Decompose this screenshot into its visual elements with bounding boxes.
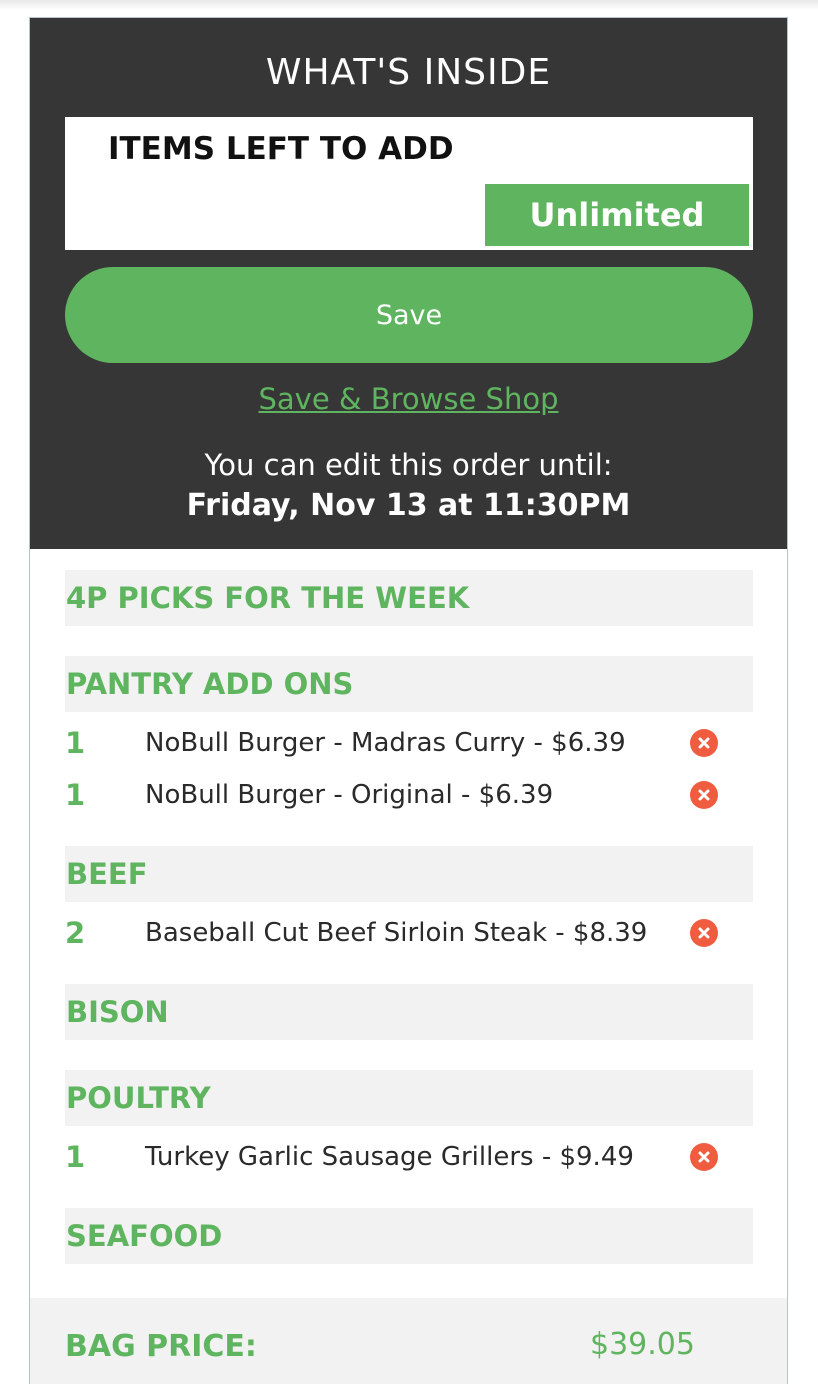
bag-price-bar: BAG PRICE: $39.05 xyxy=(30,1298,787,1384)
bag-price-label: BAG PRICE: xyxy=(65,1329,257,1364)
category-bison: BISON xyxy=(65,984,753,1040)
save-button[interactable]: Save xyxy=(65,267,753,363)
items-left-label: ITEMS LEFT TO ADD xyxy=(108,131,454,167)
edit-deadline-date: Friday, Nov 13 at 11:30PM xyxy=(186,488,631,523)
bag-price-value: $39.05 xyxy=(590,1327,695,1362)
edit-deadline-note: You can edit this order until: xyxy=(204,448,613,482)
items-left-badge: Unlimited xyxy=(485,184,749,246)
remove-item-button[interactable] xyxy=(690,919,718,947)
remove-item-button[interactable] xyxy=(690,781,718,809)
item-name: NoBull Burger - Madras Curry - $6.39 xyxy=(145,728,626,758)
list-item: 2 Baseball Cut Beef Sirloin Steak - $8.3… xyxy=(65,916,753,956)
list-item: 1 NoBull Burger - Madras Curry - $6.39 xyxy=(65,726,753,766)
category-beef: BEEF xyxy=(65,846,753,902)
item-name: NoBull Burger - Original - $6.39 xyxy=(145,780,554,810)
close-circle-icon xyxy=(698,1151,710,1163)
item-quantity: 1 xyxy=(65,726,86,760)
category-seafood: SEAFOOD xyxy=(65,1208,753,1264)
close-circle-icon xyxy=(698,927,710,939)
category-picks: 4P PICKS FOR THE WEEK xyxy=(65,570,753,626)
item-quantity: 1 xyxy=(65,1140,86,1174)
list-item: 1 NoBull Burger - Original - $6.39 xyxy=(65,778,753,818)
item-name: Turkey Garlic Sausage Grillers - $9.49 xyxy=(145,1142,634,1172)
item-name: Baseball Cut Beef Sirloin Steak - $8.39 xyxy=(145,918,648,948)
top-divider xyxy=(0,0,818,10)
order-panel: WHAT'S INSIDE ITEMS LEFT TO ADD Unlimite… xyxy=(29,17,788,1384)
order-header: WHAT'S INSIDE ITEMS LEFT TO ADD Unlimite… xyxy=(30,18,787,549)
category-poultry: POULTRY xyxy=(65,1070,753,1126)
remove-item-button[interactable] xyxy=(690,729,718,757)
close-circle-icon xyxy=(698,789,710,801)
page-title: WHAT'S INSIDE xyxy=(265,52,552,93)
category-pantry: PANTRY ADD ONS xyxy=(65,656,753,712)
close-circle-icon xyxy=(698,737,710,749)
item-quantity: 1 xyxy=(65,778,86,812)
remove-item-button[interactable] xyxy=(690,1143,718,1171)
list-item: 1 Turkey Garlic Sausage Grillers - $9.49 xyxy=(65,1140,753,1180)
items-left-box: ITEMS LEFT TO ADD Unlimited xyxy=(65,117,753,250)
item-quantity: 2 xyxy=(65,916,86,950)
save-browse-shop-link[interactable]: Save & Browse Shop xyxy=(30,382,787,416)
